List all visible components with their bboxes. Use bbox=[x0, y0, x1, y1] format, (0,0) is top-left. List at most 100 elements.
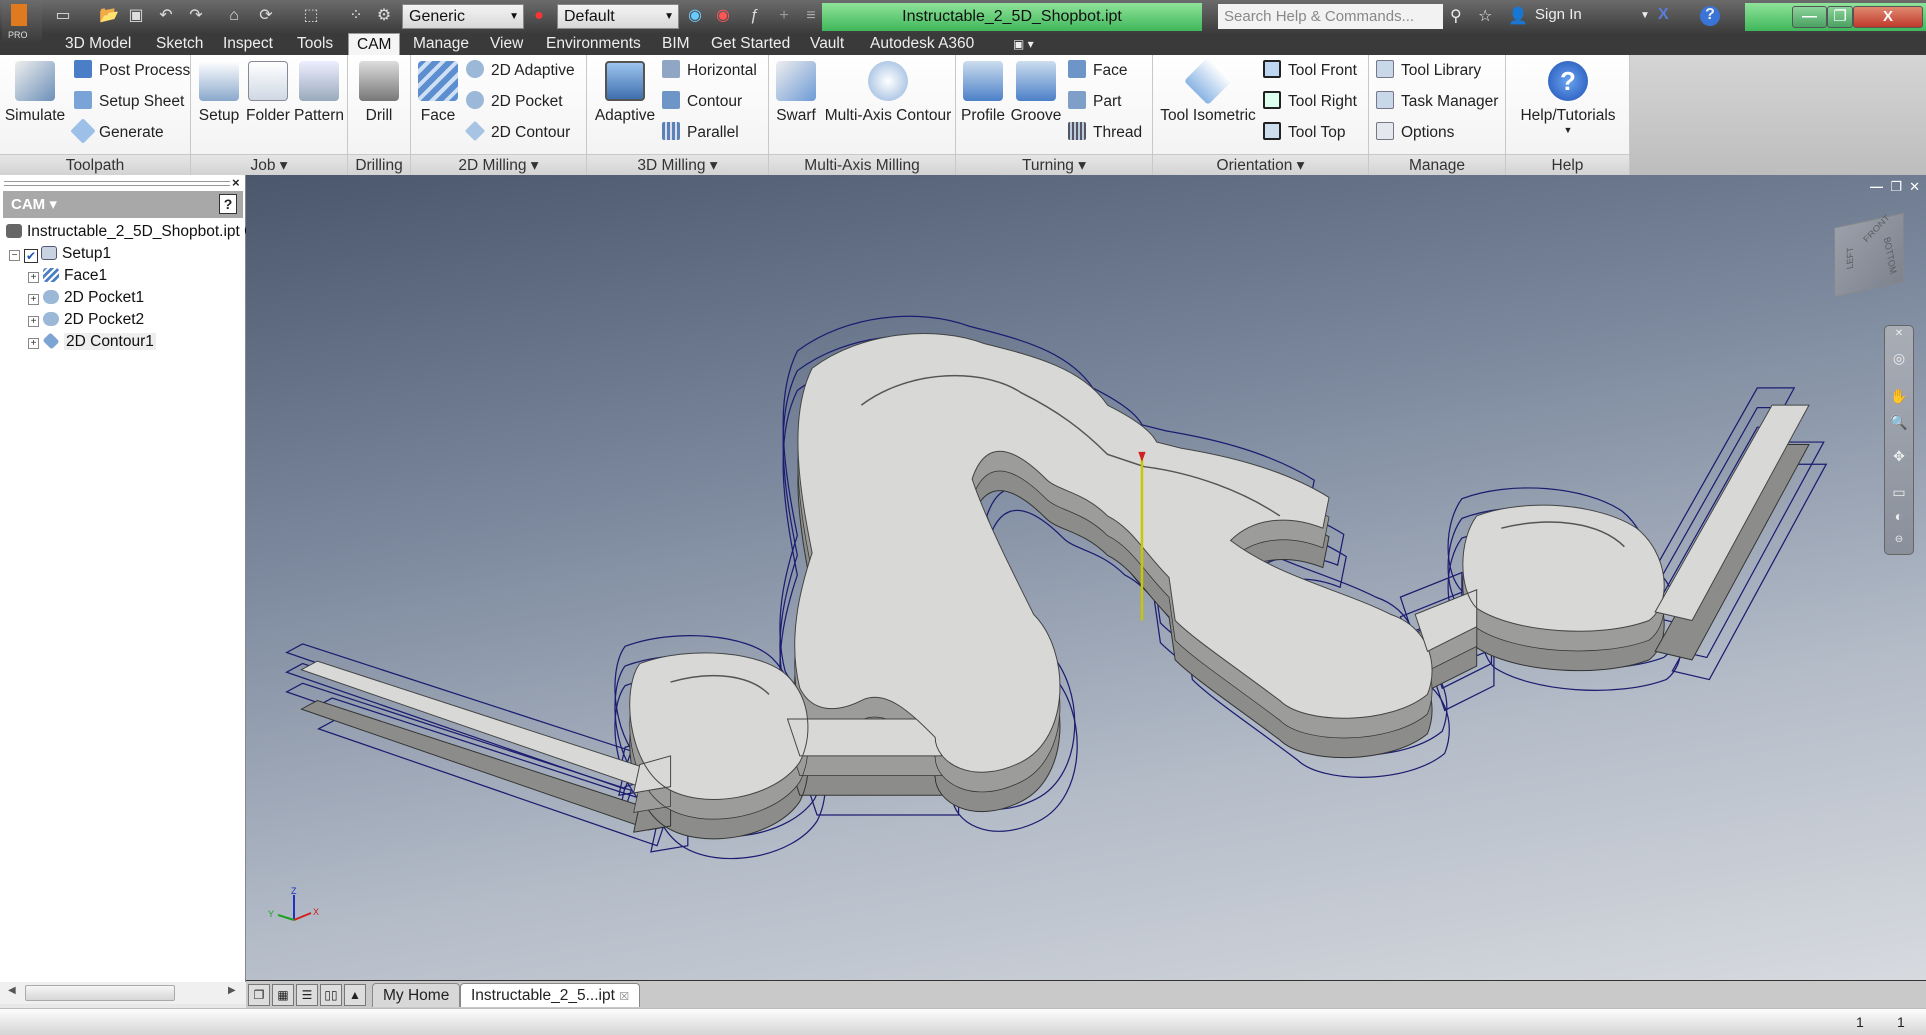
orbit-icon[interactable]: ✥ bbox=[1889, 448, 1909, 468]
color-wheel-icon[interactable]: ● bbox=[528, 6, 550, 26]
tool-library-button[interactable]: Tool Library bbox=[1376, 60, 1481, 82]
scrollbar-thumb[interactable] bbox=[25, 985, 175, 1001]
undo-icon[interactable]: ↶ bbox=[155, 6, 177, 26]
tab-get-started[interactable]: Get Started bbox=[703, 33, 798, 55]
settings-icon[interactable]: ⚙ bbox=[373, 6, 395, 26]
generate-button[interactable]: Generate bbox=[70, 118, 164, 144]
tab-autodesk-a360[interactable]: Autodesk A360 bbox=[862, 33, 982, 55]
scroll-right-arrow[interactable]: ▶ bbox=[228, 985, 236, 996]
horizontal-button[interactable]: Horizontal bbox=[662, 60, 757, 82]
tab-vault[interactable]: Vault bbox=[802, 33, 852, 55]
appearance-dropdown[interactable]: Default ▼ bbox=[557, 4, 679, 29]
help-tutorials-button[interactable]: ? Help/Tutorials ▼ bbox=[1508, 61, 1628, 135]
tab-3d-model[interactable]: 3D Model bbox=[57, 33, 139, 55]
2d-adaptive-button[interactable]: 2D Adaptive bbox=[466, 60, 575, 82]
tree-item-operation[interactable]: + Face1 bbox=[28, 265, 107, 287]
tile-windows-icon[interactable]: ▦ bbox=[272, 984, 294, 1006]
expand-icon[interactable]: + bbox=[28, 272, 39, 283]
setup-checkbox[interactable]: ✔ bbox=[24, 249, 38, 263]
navbar-close-icon[interactable]: ✕ bbox=[1889, 328, 1909, 348]
tool-right-button[interactable]: Tool Right bbox=[1263, 91, 1357, 113]
customize-qat-icon[interactable]: ≡ bbox=[800, 6, 822, 26]
expand-icon[interactable]: + bbox=[28, 294, 39, 305]
multi-axis-contour-button[interactable]: Multi-Axis Contour bbox=[823, 61, 953, 125]
panel-label-3d-milling[interactable]: 3D Milling ▾ bbox=[587, 154, 768, 175]
panel-label-job[interactable]: Job ▾ bbox=[191, 154, 347, 175]
steering-wheel-icon[interactable]: ◎ bbox=[1889, 350, 1909, 370]
tab-manage[interactable]: Manage bbox=[405, 33, 477, 55]
zoom-icon[interactable]: 🔍 bbox=[1889, 414, 1909, 434]
options-button[interactable]: Options bbox=[1376, 122, 1454, 144]
close-tab-icon[interactable]: ☒ bbox=[619, 991, 629, 1003]
tile-horizontal-icon[interactable]: ☰ bbox=[296, 984, 318, 1006]
add-icon[interactable]: + bbox=[773, 6, 795, 26]
communication-center-icon[interactable]: ⚲ bbox=[1450, 6, 1462, 26]
profile-button[interactable]: Profile bbox=[958, 61, 1008, 125]
sign-in-dropdown-icon[interactable]: ▼ bbox=[1640, 10, 1650, 21]
browser-header[interactable]: CAM ▾ ? bbox=[3, 191, 243, 218]
tab-tools[interactable]: Tools bbox=[289, 33, 341, 55]
viewcube-face-left[interactable]: LEFT bbox=[1845, 246, 1855, 270]
parallel-button[interactable]: Parallel bbox=[662, 122, 739, 144]
task-manager-button[interactable]: Task Manager bbox=[1376, 91, 1498, 113]
tab-environments[interactable]: Environments bbox=[538, 33, 649, 55]
thread-button[interactable]: Thread bbox=[1068, 122, 1142, 144]
panel-label-turning[interactable]: Turning ▾ bbox=[956, 154, 1152, 175]
favorites-star-icon[interactable]: ☆ bbox=[1478, 6, 1492, 26]
select-icon[interactable]: ⬚ bbox=[300, 6, 322, 26]
ribbon-minimize-icon[interactable]: ▣ ▾ bbox=[1005, 33, 1042, 55]
tabs-up-arrow-icon[interactable]: ▲ bbox=[344, 984, 366, 1006]
tab-document[interactable]: Instructable_2_5...ipt ☒ bbox=[460, 983, 641, 1007]
tool-isometric-button[interactable]: Tool Isometric bbox=[1157, 56, 1259, 125]
collapse-icon[interactable]: − bbox=[9, 250, 20, 261]
tree-root[interactable]: Instructable_2_5D_Shopbot.ipt O bbox=[6, 221, 256, 243]
tab-inspect[interactable]: Inspect bbox=[215, 33, 281, 55]
simulate-button[interactable]: Simulate bbox=[4, 61, 66, 125]
face-button[interactable]: Face bbox=[415, 61, 461, 125]
look-at-icon[interactable]: ▭ bbox=[1889, 484, 1909, 504]
2d-pocket-button[interactable]: 2D Pocket bbox=[466, 91, 563, 113]
expand-icon[interactable]: + bbox=[28, 316, 39, 327]
swarf-button[interactable]: Swarf bbox=[773, 61, 819, 125]
tree-item-operation[interactable]: +2D Pocket2 bbox=[28, 309, 144, 331]
tree-item-operation[interactable]: +2D Pocket1 bbox=[28, 287, 144, 309]
setup-sheet-button[interactable]: Setup Sheet bbox=[74, 91, 184, 113]
restore-button[interactable]: ❐ bbox=[1827, 6, 1853, 28]
tab-sketch[interactable]: Sketch bbox=[148, 33, 211, 55]
cascade-windows-icon[interactable]: ❐ bbox=[248, 984, 270, 1006]
setup-button[interactable]: Setup bbox=[196, 61, 242, 125]
save-icon[interactable]: ▣ bbox=[125, 6, 147, 26]
browser-close-icon[interactable]: × bbox=[232, 175, 240, 190]
adjust-appearance-icon[interactable]: ◉ bbox=[684, 6, 706, 26]
exchange-apps-icon[interactable]: X bbox=[1658, 6, 1669, 24]
tree-item-setup[interactable]: − ✔ Setup1 bbox=[9, 243, 111, 265]
tree-item-operation-selected[interactable]: +2D Contour1 bbox=[28, 331, 156, 353]
browser-horizontal-scrollbar[interactable]: ◀ ▶ bbox=[0, 982, 246, 1004]
part-button[interactable]: Part bbox=[1068, 91, 1121, 113]
close-button[interactable]: X bbox=[1853, 6, 1923, 28]
adaptive-button[interactable]: Adaptive bbox=[592, 61, 658, 125]
search-input[interactable]: Search Help & Commands... bbox=[1218, 4, 1443, 29]
contour-button[interactable]: Contour bbox=[662, 91, 742, 113]
viewcube[interactable]: LEFT FRONT BOTTOM bbox=[1834, 212, 1904, 298]
panel-label-2d-milling[interactable]: 2D Milling ▾ bbox=[411, 154, 586, 175]
minimize-button[interactable]: — bbox=[1792, 6, 1827, 28]
model-view[interactable] bbox=[246, 175, 1926, 980]
measure-icon[interactable]: ⁘ bbox=[345, 6, 367, 26]
tool-top-button[interactable]: Tool Top bbox=[1263, 122, 1345, 144]
pan-hand-icon[interactable]: ✋ bbox=[1889, 388, 1909, 408]
open-icon[interactable]: 📂 bbox=[98, 6, 120, 26]
turning-face-button[interactable]: Face bbox=[1068, 60, 1127, 82]
drill-button[interactable]: Drill bbox=[356, 61, 402, 125]
folder-button[interactable]: Folder bbox=[245, 61, 291, 125]
tool-front-button[interactable]: Tool Front bbox=[1263, 60, 1357, 82]
browser-grip[interactable] bbox=[4, 181, 230, 186]
2d-contour-button[interactable]: 2D Contour bbox=[464, 120, 570, 144]
panel-label-orientation[interactable]: Orientation ▾ bbox=[1153, 154, 1368, 175]
home-icon[interactable]: ⌂ bbox=[223, 6, 245, 26]
parameters-icon[interactable]: ƒ bbox=[743, 6, 765, 26]
tab-cam[interactable]: CAM bbox=[348, 33, 401, 55]
scroll-left-arrow[interactable]: ◀ bbox=[8, 985, 16, 996]
help-icon[interactable]: ? bbox=[1700, 6, 1720, 26]
update-icon[interactable]: ⟳ bbox=[255, 6, 277, 26]
